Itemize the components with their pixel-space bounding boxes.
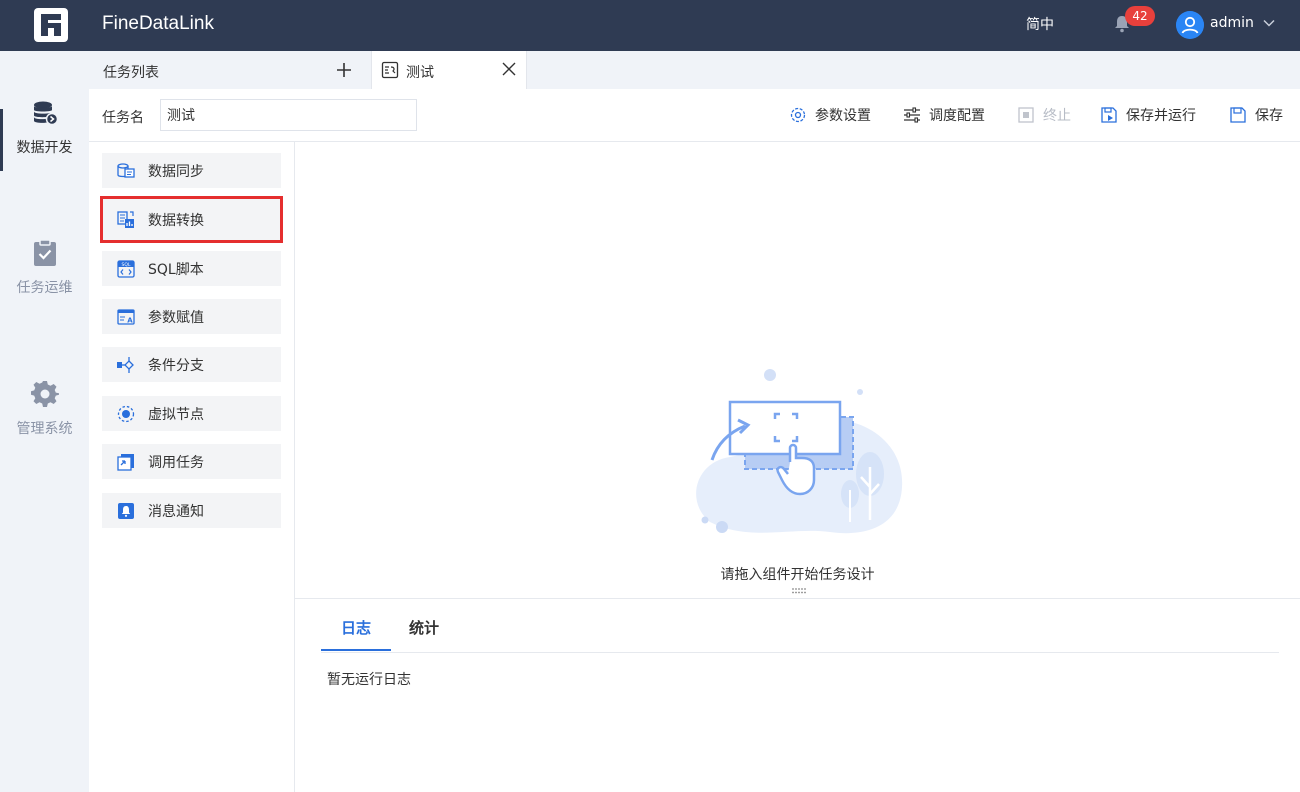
nav-item-task-ops[interactable]: 任务运维	[0, 239, 89, 297]
nav-item-label: 数据开发	[16, 140, 73, 156]
schedule-config-button[interactable]: 调度配置	[903, 105, 985, 125]
data-sync-icon	[117, 162, 135, 178]
logo-icon[interactable]	[34, 8, 68, 42]
component-label: 数据转换	[148, 212, 204, 229]
nav-item-label: 管理系统	[16, 421, 73, 437]
component-data-transform[interactable]: 数据转换	[100, 196, 283, 243]
nav-item-label: 任务运维	[16, 280, 73, 296]
component-condition-branch[interactable]: 条件分支	[102, 347, 281, 382]
top-bar: FineDataLink 简中 42 admin	[0, 0, 1300, 51]
tab-test-label: 测试	[406, 65, 434, 81]
gear-icon	[30, 381, 59, 407]
save-and-run-label: 保存并运行	[1126, 108, 1196, 124]
invoke-task-icon	[117, 453, 134, 471]
left-nav: 数据开发 任务运维 管理系统	[0, 51, 89, 792]
component-label: 条件分支	[148, 357, 204, 374]
condition-branch-icon	[117, 356, 134, 373]
component-label: 虚拟节点	[148, 406, 204, 423]
sql-script-icon: SQL	[117, 259, 135, 278]
component-data-sync[interactable]: 数据同步	[102, 153, 281, 188]
data-transform-icon	[117, 210, 134, 228]
component-label: 参数赋值	[148, 309, 204, 326]
language-switch[interactable]: 简中	[1026, 14, 1054, 34]
save-run-icon	[1101, 107, 1117, 123]
save-label: 保存	[1255, 108, 1283, 124]
bottom-panel: 日志 统计 暂无运行日志	[295, 598, 1300, 792]
database-icon	[33, 101, 58, 126]
param-assign-icon: A	[117, 308, 135, 325]
stop-button[interactable]: 终止	[1017, 105, 1071, 125]
param-settings-button[interactable]: 参数设置	[789, 105, 871, 125]
settings-icon	[790, 107, 806, 123]
save-and-run-button[interactable]: 保存并运行	[1100, 105, 1196, 125]
tab-task-list[interactable]: 任务列表	[89, 51, 367, 89]
task-toolbar: 任务名 参数设置 调度配置 终止 保存并运行	[89, 89, 1300, 142]
save-button[interactable]: 保存	[1229, 105, 1283, 125]
plus-icon[interactable]	[333, 59, 355, 81]
component-label: SQL脚本	[148, 261, 204, 278]
clipboard-check-icon	[33, 239, 56, 266]
avatar[interactable]	[1176, 11, 1204, 39]
component-sql-script[interactable]: SQL SQL脚本	[102, 251, 281, 286]
save-icon	[1230, 107, 1246, 123]
param-settings-label: 参数设置	[815, 108, 871, 124]
sliders-icon	[904, 107, 920, 123]
component-label: 消息通知	[148, 503, 204, 520]
schedule-config-label: 调度配置	[929, 108, 985, 124]
tab-log[interactable]: 日志	[341, 617, 371, 638]
design-canvas[interactable]: 请拖入组件开始任务设计	[295, 142, 1300, 598]
task-name-input[interactable]	[160, 99, 417, 131]
component-label: 调用任务	[148, 454, 204, 471]
component-virtual-node[interactable]: 虚拟节点	[102, 396, 281, 431]
stop-icon	[1018, 107, 1034, 123]
component-invoke-task[interactable]: 调用任务	[102, 444, 281, 479]
tab-test[interactable]: 测试	[371, 51, 527, 89]
svg-text:SQL: SQL	[122, 262, 131, 268]
user-name[interactable]: admin	[1210, 15, 1254, 31]
drag-drop-illustration	[696, 369, 903, 534]
nav-item-data-dev[interactable]: 数据开发	[0, 99, 89, 157]
canvas-empty-hint: 请拖入组件开始任务设计	[720, 567, 875, 583]
task-name-label: 任务名	[102, 110, 144, 126]
tab-bar: 任务列表 测试	[89, 51, 1300, 89]
stop-label: 终止	[1043, 108, 1071, 124]
tab-task-list-label: 任务列表	[103, 65, 159, 81]
virtual-node-icon	[117, 405, 135, 422]
notification-badge: 42	[1125, 6, 1155, 26]
close-icon[interactable]	[500, 60, 518, 78]
app-title: FineDataLink	[102, 13, 214, 34]
chevron-down-icon[interactable]	[1262, 16, 1276, 30]
component-param-assign[interactable]: A 参数赋值	[102, 299, 281, 334]
component-label: 数据同步	[148, 163, 204, 180]
tab-statistics[interactable]: 统计	[409, 617, 439, 638]
active-tab-indicator	[321, 649, 391, 651]
log-empty-message: 暂无运行日志	[327, 672, 411, 688]
svg-text:A: A	[127, 316, 133, 324]
component-panel: 数据同步 数据转换 SQL SQL脚本 A 参数赋值 条件分支 虚拟节点 调用任…	[89, 142, 295, 792]
component-message-notify[interactable]: 消息通知	[102, 493, 281, 528]
tab-divider	[321, 652, 1279, 653]
message-notify-icon	[118, 502, 134, 519]
nav-item-admin[interactable]: 管理系统	[0, 380, 89, 438]
transform-file-icon	[381, 61, 399, 79]
resize-handle-icon[interactable]	[791, 587, 807, 595]
